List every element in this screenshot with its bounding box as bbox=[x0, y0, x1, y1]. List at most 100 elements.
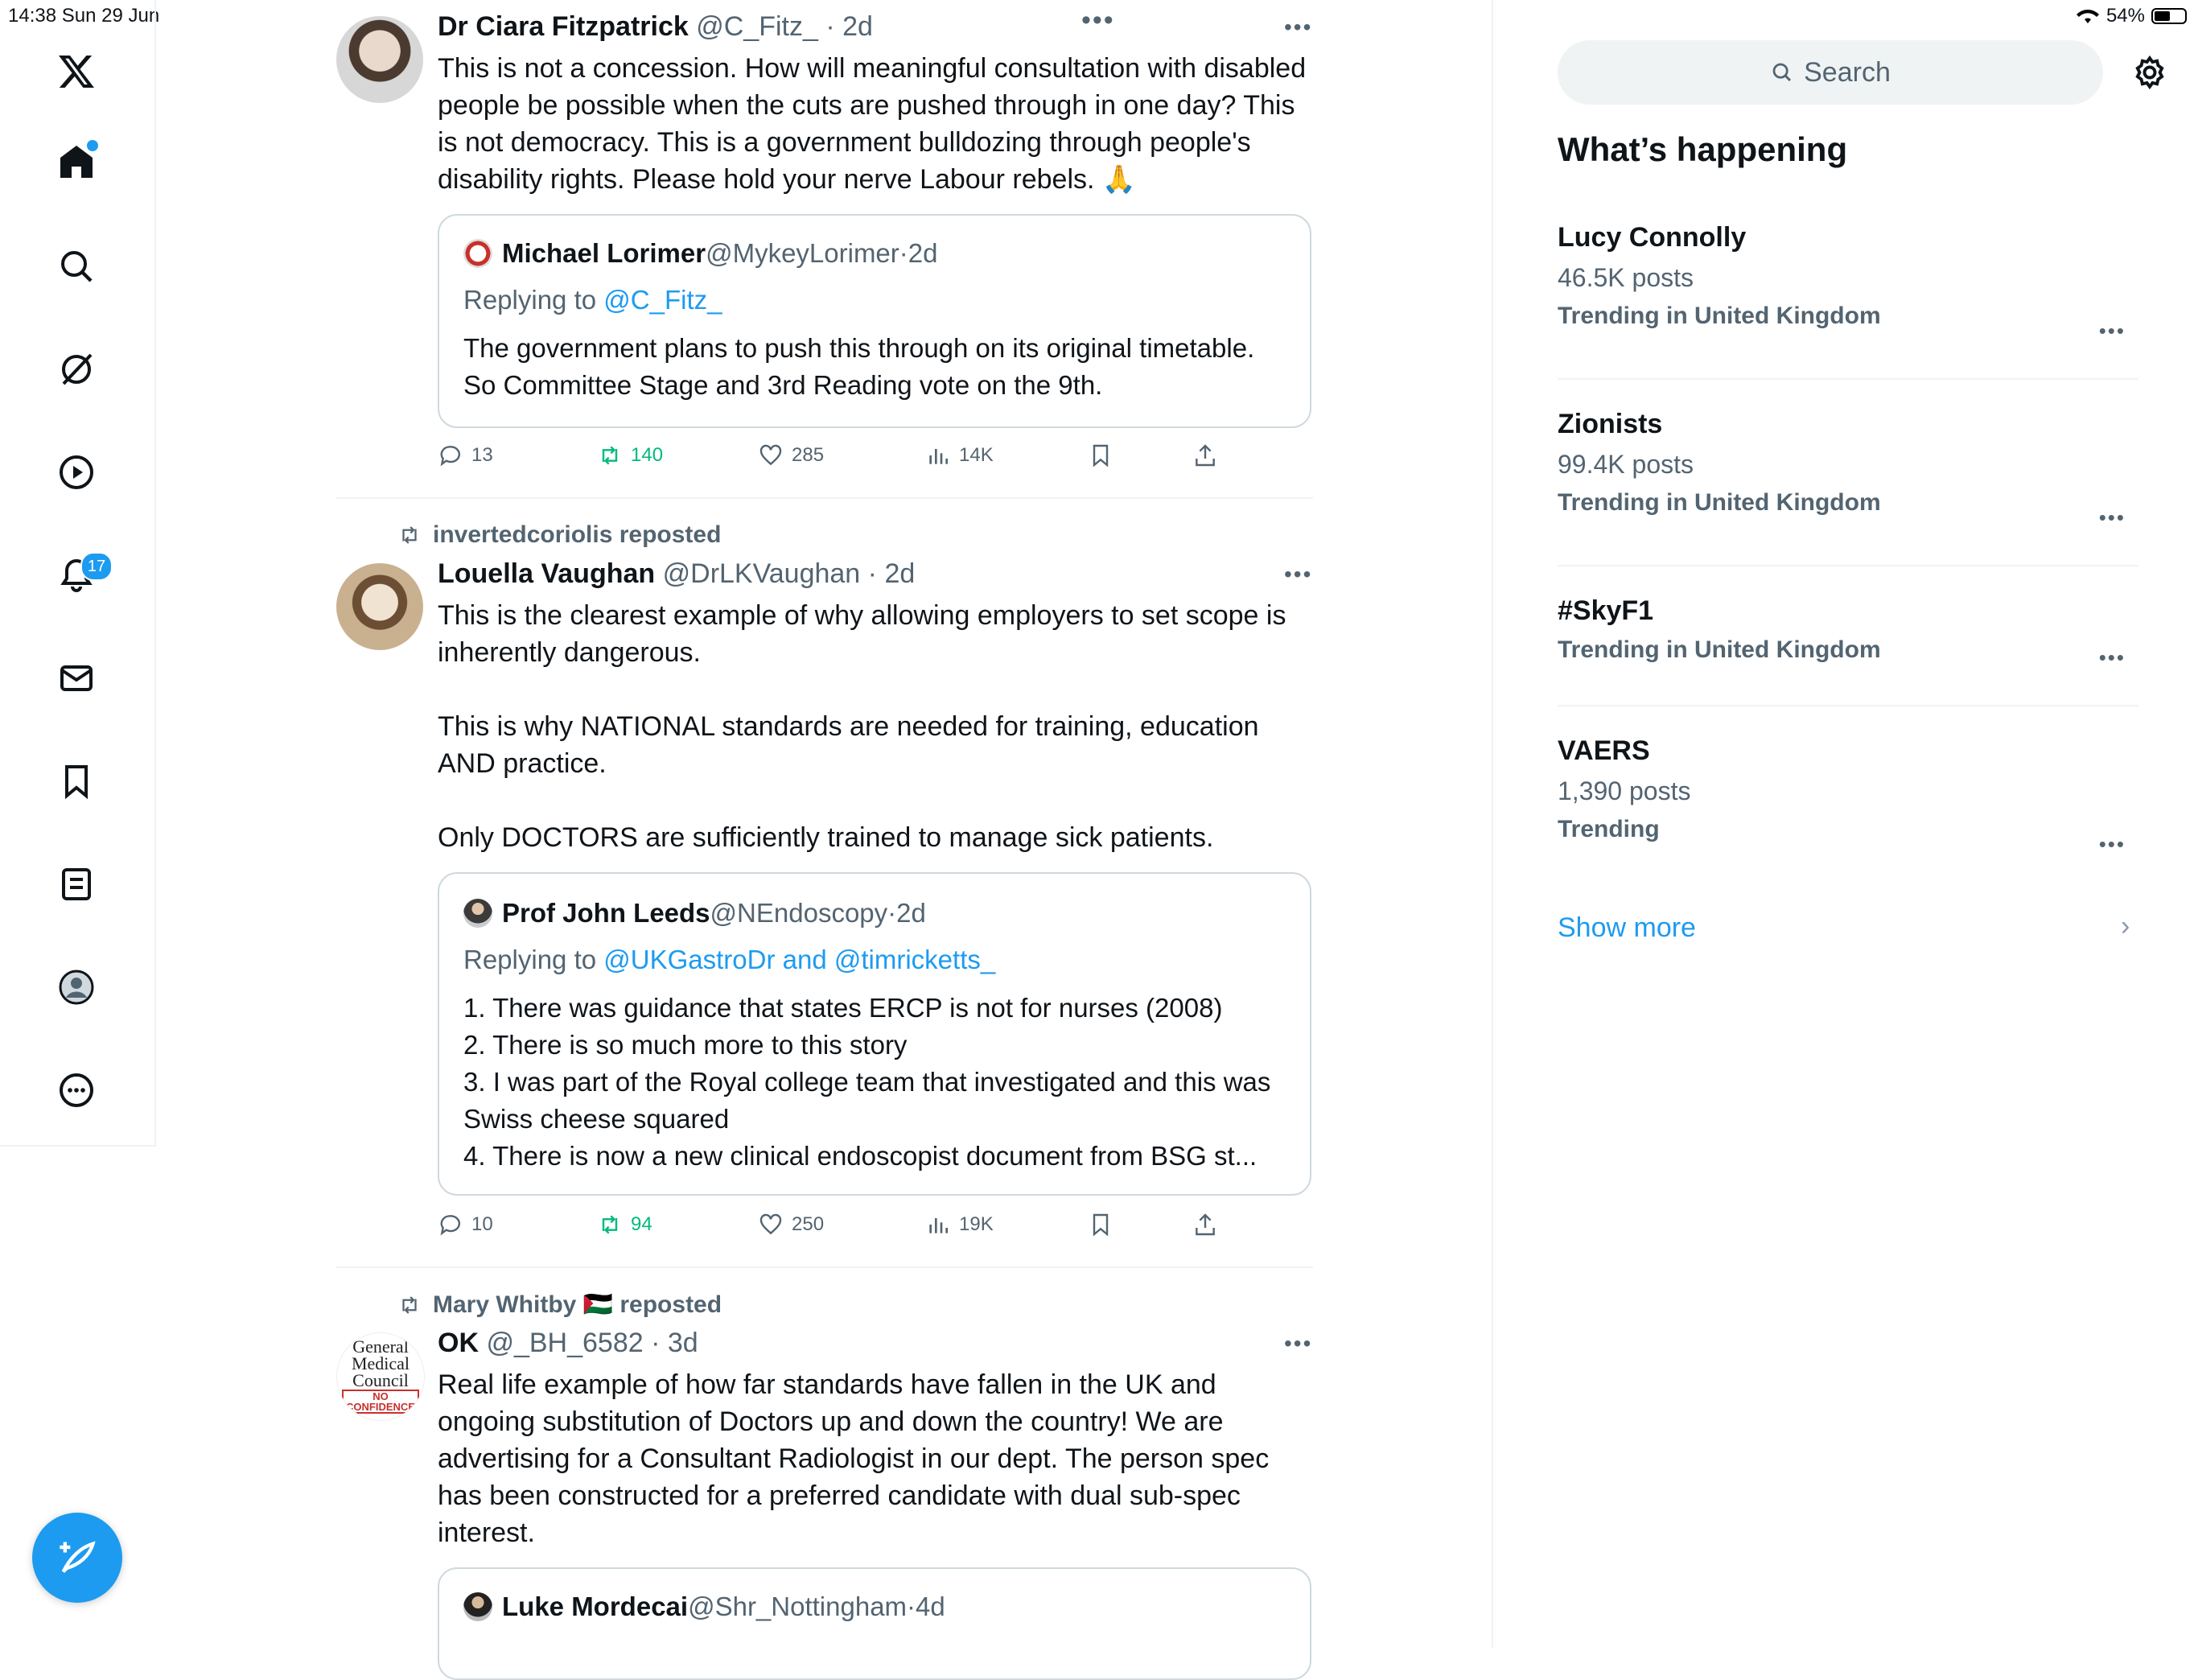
tweet-more-icon[interactable]: ••• bbox=[1284, 562, 1312, 587]
tweet-text: This is not a concession. How will meani… bbox=[438, 53, 1307, 195]
reply-button[interactable]: 13 bbox=[438, 443, 493, 468]
grok-icon[interactable] bbox=[50, 343, 103, 396]
heart-icon bbox=[759, 444, 782, 466]
quoted-tweet[interactable]: Michael Lorimer @MykeyLorimer · 2d Reply… bbox=[438, 214, 1311, 428]
quote-avatar bbox=[463, 1592, 492, 1621]
lists-icon[interactable] bbox=[50, 858, 103, 911]
quote-text: 1. There was guidance that states ERCP i… bbox=[463, 993, 1271, 1171]
search-icon bbox=[1772, 63, 1792, 82]
tweet-time[interactable]: 3d bbox=[668, 1328, 698, 1358]
bookmarks-icon[interactable] bbox=[50, 755, 103, 808]
avatar[interactable] bbox=[336, 16, 423, 103]
x-logo-icon[interactable] bbox=[50, 45, 103, 98]
trend-more-icon[interactable]: ••• bbox=[2099, 505, 2126, 530]
repost-button[interactable]: 140 bbox=[597, 443, 663, 468]
battery-icon bbox=[2151, 8, 2187, 24]
quote-replying-to: Replying to @UKGastroDr and @timricketts… bbox=[463, 945, 996, 974]
heart-icon bbox=[759, 1213, 782, 1235]
repost-icon bbox=[602, 446, 618, 465]
quote-author-handle: @MykeyLorimer bbox=[706, 238, 899, 268]
author-handle[interactable]: @C_Fitz_ bbox=[696, 11, 818, 42]
messages-icon[interactable] bbox=[50, 652, 103, 705]
trend-item[interactable]: #SkyF1 Trending in United Kingdom ••• bbox=[1558, 595, 2138, 669]
quoted-tweet[interactable]: Prof John Leeds @NEndoscopy · 2d Replyin… bbox=[438, 872, 1311, 1196]
repost-context: invertedcoriolis reposted bbox=[397, 521, 721, 549]
share-icon bbox=[1196, 1213, 1215, 1236]
repost-button[interactable]: 94 bbox=[597, 1212, 652, 1237]
search-input[interactable]: Search bbox=[1558, 40, 2103, 105]
quote-replying-to: Replying to @C_Fitz_ bbox=[463, 285, 722, 315]
trend-more-icon[interactable]: ••• bbox=[2099, 832, 2126, 857]
tweet-time[interactable]: 2d bbox=[884, 558, 915, 589]
author-handle[interactable]: @DrLKVaughan bbox=[663, 558, 861, 589]
avatar-text-line: Council bbox=[352, 1370, 409, 1390]
timeline-top-more-icon[interactable]: ••• bbox=[1081, 5, 1115, 36]
chevron-right-icon[interactable]: › bbox=[2121, 911, 2130, 942]
author-name[interactable]: Dr Ciara Fitzpatrick bbox=[438, 11, 689, 42]
battery-percent: 54% bbox=[2105, 5, 2145, 27]
share-button[interactable] bbox=[1192, 1212, 1218, 1237]
trend-context: Trending in United Kingdom bbox=[1558, 303, 1881, 329]
views-button[interactable]: 19K bbox=[925, 1212, 994, 1237]
author-name[interactable]: OK bbox=[438, 1328, 479, 1358]
tweet-divider bbox=[336, 497, 1313, 499]
quote-text: The government plans to push this throug… bbox=[463, 333, 1255, 400]
show-more-link[interactable]: Show more bbox=[1558, 912, 1696, 944]
profile-icon[interactable] bbox=[50, 961, 103, 1014]
trend-posts: 99.4K posts bbox=[1558, 450, 1694, 479]
tweet-author-line: Dr Ciara Fitzpatrick @C_Fitz_ · 2d bbox=[438, 11, 873, 43]
more-icon[interactable] bbox=[50, 1064, 103, 1117]
author-name[interactable]: Louella Vaughan bbox=[438, 558, 655, 589]
author-handle[interactable]: @_BH_6582 bbox=[486, 1328, 643, 1358]
share-button[interactable] bbox=[1192, 443, 1218, 468]
views-icon bbox=[929, 449, 948, 464]
quote-time: 2d bbox=[908, 238, 938, 268]
replying-to-link[interactable]: @C_Fitz_ bbox=[603, 285, 722, 315]
bookmark-button[interactable] bbox=[1088, 1212, 1113, 1237]
quote-time: 2d bbox=[896, 898, 926, 928]
search-icon[interactable] bbox=[50, 240, 103, 293]
trend-item[interactable]: Lucy Connolly 46.5K posts Trending in Un… bbox=[1558, 222, 2138, 343]
bookmark-icon bbox=[1093, 1213, 1109, 1237]
bookmark-icon bbox=[1093, 444, 1109, 467]
battery-fill bbox=[2155, 11, 2170, 21]
trend-name: #SkyF1 bbox=[1558, 595, 1654, 626]
compose-button[interactable] bbox=[32, 1513, 122, 1603]
time-separator: · bbox=[643, 1328, 668, 1358]
tweet-time[interactable]: 2d bbox=[842, 11, 873, 42]
time-separator: · bbox=[817, 11, 843, 42]
tweet-actions: 13 140 285 14K bbox=[438, 443, 1242, 475]
like-button[interactable]: 250 bbox=[758, 1212, 824, 1237]
quote-author-handle: @NEndoscopy bbox=[710, 898, 888, 928]
video-icon[interactable] bbox=[50, 446, 103, 499]
trend-item[interactable]: Zionists 99.4K posts Trending in United … bbox=[1558, 409, 2138, 529]
bookmark-button[interactable] bbox=[1088, 443, 1113, 468]
trend-more-icon[interactable]: ••• bbox=[2099, 645, 2126, 670]
trend-item[interactable]: VAERS 1,390 posts Trending ••• bbox=[1558, 735, 2138, 856]
quote-avatar bbox=[463, 899, 492, 928]
avatar[interactable]: General Medical Council NO CONFIDENCE bbox=[336, 1332, 425, 1421]
settings-button[interactable] bbox=[2129, 51, 2171, 93]
share-icon bbox=[1196, 444, 1215, 467]
tweet-text: This is the clearest example of why allo… bbox=[438, 600, 1286, 853]
reply-icon bbox=[440, 1215, 460, 1236]
trend-more-icon[interactable]: ••• bbox=[2099, 319, 2126, 344]
avatar[interactable] bbox=[336, 563, 423, 650]
tweet-more-icon[interactable]: ••• bbox=[1284, 1331, 1312, 1357]
trend-name: VAERS bbox=[1558, 735, 1650, 766]
trend-divider bbox=[1558, 378, 2138, 380]
like-button[interactable]: 285 bbox=[758, 443, 824, 468]
replying-to-link[interactable]: @UKGastroDr and @timricketts_ bbox=[603, 945, 995, 974]
quote-author-handle: @Shr_Nottingham bbox=[688, 1591, 908, 1621]
notifications-badge: 17 bbox=[80, 552, 113, 581]
compose-icon bbox=[60, 1541, 96, 1573]
tweet-text: Real life example of how far standards h… bbox=[438, 1369, 1270, 1548]
quoted-tweet[interactable]: Luke Mordecai @Shr_Nottingham · 4d bbox=[438, 1567, 1311, 1680]
tweet-more-icon[interactable]: ••• bbox=[1284, 14, 1312, 40]
reply-button[interactable]: 10 bbox=[438, 1212, 493, 1237]
avatar-text-line: Medical bbox=[351, 1353, 410, 1373]
tweet-author-line: OK @_BH_6582 · 3d bbox=[438, 1328, 698, 1359]
views-button[interactable]: 14K bbox=[925, 443, 994, 468]
trend-context: Trending in United Kingdom bbox=[1558, 489, 1881, 516]
search-placeholder: Search bbox=[1804, 56, 1891, 88]
